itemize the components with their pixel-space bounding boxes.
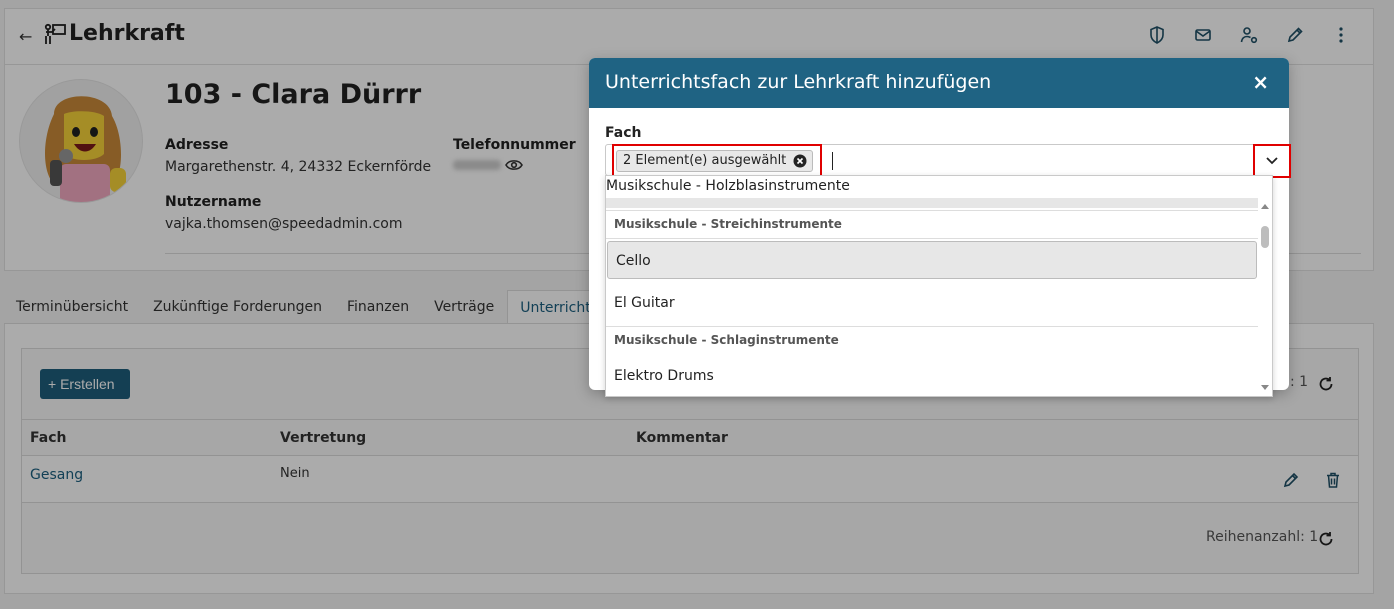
scroll-up-arrow-icon[interactable] bbox=[1260, 202, 1270, 210]
dropdown-scrollbar[interactable] bbox=[1260, 202, 1270, 390]
page: ← Lehrkraft 103 - Clara Dürrr Adresse Ma… bbox=[0, 0, 1394, 609]
divider bbox=[606, 326, 1258, 327]
chevron-down-icon bbox=[1266, 157, 1278, 165]
dropdown-toggle[interactable] bbox=[1253, 144, 1291, 178]
dialog-title: Unterrichtsfach zur Lehrkraft hinzufügen bbox=[605, 71, 992, 93]
fach-label: Fach bbox=[605, 125, 642, 141]
fach-multiselect[interactable]: 2 Element(e) ausgewählt bbox=[605, 144, 1291, 178]
dropdown-group-streich: Musikschule - Streichinstrumente bbox=[614, 217, 842, 231]
chip-label: 2 Element(e) ausgewählt bbox=[623, 153, 787, 168]
dropdown-item-el-guitar[interactable]: El Guitar bbox=[606, 284, 1258, 322]
dropdown-item-cello[interactable]: Cello bbox=[607, 241, 1257, 279]
close-icon[interactable]: × bbox=[1252, 70, 1269, 94]
divider bbox=[606, 238, 1258, 239]
fach-dropdown-list: Musikschule - Holzblasinstrumente Musiks… bbox=[605, 175, 1273, 397]
dropdown-item-partial[interactable] bbox=[606, 198, 1258, 208]
dialog-header: Unterrichtsfach zur Lehrkraft hinzufügen… bbox=[589, 58, 1289, 108]
close-circle-icon[interactable] bbox=[793, 154, 807, 168]
divider bbox=[606, 210, 1258, 211]
dropdown-item-elektro-drums[interactable]: Elektro Drums bbox=[606, 357, 1258, 395]
dropdown-group-holzblas: Musikschule - Holzblasinstrumente bbox=[606, 178, 850, 194]
text-caret bbox=[832, 152, 833, 170]
scrollbar-thumb[interactable] bbox=[1261, 226, 1269, 248]
scroll-down-arrow-icon[interactable] bbox=[1260, 384, 1270, 392]
selected-items-chip: 2 Element(e) ausgewählt bbox=[616, 150, 814, 172]
dropdown-group-schlag: Musikschule - Schlaginstrumente bbox=[614, 333, 839, 347]
